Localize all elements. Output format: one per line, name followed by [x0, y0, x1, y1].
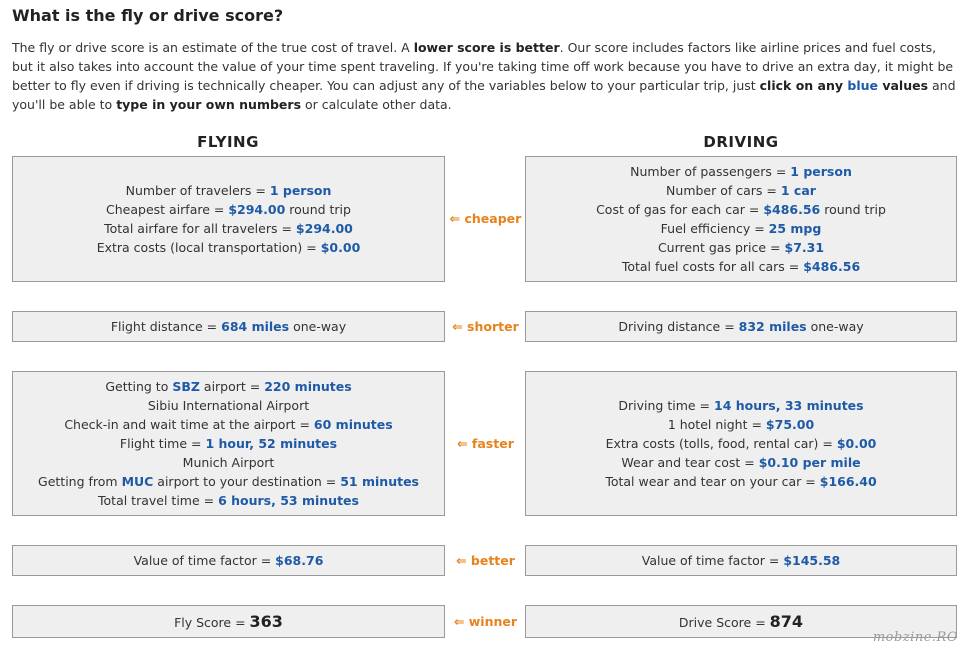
- flight-time-value[interactable]: 1 hour, 52 minutes: [205, 436, 337, 451]
- flight-distance-line: Flight distance = 684 miles one-way: [110, 319, 347, 334]
- driving-distance-box: Driving distance = 832 miles one-way: [525, 311, 957, 342]
- flying-value-box: Value of time factor = $68.76: [12, 545, 445, 576]
- driving-cost-box: Number of passengers = 1 person Number o…: [525, 156, 957, 282]
- wear-tear-cost-value[interactable]: $0.10 per mile: [759, 455, 861, 470]
- hotel-night-line: 1 hotel night = $75.00: [667, 417, 815, 432]
- driving-extra-costs-value[interactable]: $0.00: [837, 436, 877, 451]
- shorter-indicator: ⇐ shorter: [452, 319, 519, 334]
- cars-line: Number of cars = 1 car: [666, 183, 816, 198]
- flying-header: FLYING: [197, 133, 259, 151]
- wear-tear-cost-line: Wear and tear cost = $0.10 per mile: [621, 455, 861, 470]
- checkin-value[interactable]: 60 minutes: [314, 417, 393, 432]
- passengers-line: Number of passengers = 1 person: [630, 164, 852, 179]
- total-fuel-line: Total fuel costs for all cars = $486.56: [621, 259, 861, 274]
- flying-time-factor-line: Value of time factor = $68.76: [133, 553, 324, 568]
- checkin-line: Check-in and wait time at the airport = …: [64, 417, 393, 432]
- getting-to-airport-line: Getting to SBZ airport = 220 minutes: [105, 379, 352, 394]
- extra-costs-value[interactable]: $0.00: [321, 240, 361, 255]
- total-wear-tear-value[interactable]: $166.40: [820, 474, 877, 489]
- fuel-efficiency-value[interactable]: 25 mpg: [769, 221, 822, 236]
- passengers-value[interactable]: 1 person: [790, 164, 852, 179]
- driving-header: DRIVING: [703, 133, 779, 151]
- drive-score-line: Drive Score = 874: [678, 611, 804, 631]
- airfare-value[interactable]: $294.00: [228, 202, 285, 217]
- total-travel-time-value[interactable]: 6 hours, 53 minutes: [218, 493, 359, 508]
- gas-price-line: Current gas price = $7.31: [657, 240, 825, 255]
- fly-score-value: 363: [249, 611, 283, 631]
- hotel-night-value[interactable]: $75.00: [766, 417, 814, 432]
- better-indicator: ⇐ better: [456, 553, 515, 568]
- cars-value[interactable]: 1 car: [781, 183, 816, 198]
- gas-price-value[interactable]: $7.31: [785, 240, 825, 255]
- driving-time-value[interactable]: 14 hours, 33 minutes: [714, 398, 864, 413]
- fuel-efficiency-line: Fuel efficiency = 25 mpg: [660, 221, 822, 236]
- drive-score-value: 874: [769, 611, 804, 631]
- fly-score-line: Fly Score = 363: [174, 611, 283, 631]
- intro-blue-word: blue: [847, 78, 878, 93]
- total-airfare-line: Total airfare for all travelers = $294.0…: [104, 221, 353, 236]
- flight-distance-box: Flight distance = 684 miles one-way: [12, 311, 445, 342]
- intro-text: or calculate other data.: [301, 97, 452, 112]
- intro-paragraph: The fly or drive score is an estimate of…: [12, 38, 956, 114]
- page-title: What is the fly or drive score?: [12, 6, 284, 25]
- destination-airport-name: Munich Airport: [182, 455, 275, 470]
- getting-from-airport-line: Getting from MUC airport to your destina…: [38, 474, 419, 489]
- driving-distance-line: Driving distance = 832 miles one-way: [618, 319, 864, 334]
- travelers-value[interactable]: 1 person: [270, 183, 332, 198]
- watermark: mobzine.RO: [872, 630, 958, 645]
- driving-time-factor-line: Value of time factor = $145.58: [641, 553, 841, 568]
- intro-bold: type in your own numbers: [116, 97, 302, 112]
- fly-score-box: Fly Score = 363: [12, 605, 445, 638]
- destination-airport-code[interactable]: MUC: [122, 474, 154, 489]
- total-wear-tear-line: Total wear and tear on your car = $166.4…: [605, 474, 877, 489]
- total-airfare-value[interactable]: $294.00: [296, 221, 353, 236]
- winner-indicator: ⇐ winner: [453, 614, 518, 629]
- flying-time-box: Getting to SBZ airport = 220 minutes Sib…: [12, 371, 445, 516]
- gas-cost-value[interactable]: $486.56: [763, 202, 820, 217]
- gas-cost-line: Cost of gas for each car = $486.56 round…: [596, 202, 886, 217]
- intro-bold: lower score is better: [413, 40, 560, 55]
- getting-to-airport-value[interactable]: 220 minutes: [264, 379, 351, 394]
- intro-bold: values: [877, 78, 929, 93]
- total-travel-time-line: Total travel time = 6 hours, 53 minutes: [98, 493, 359, 508]
- airfare-line: Cheapest airfare = $294.00 round trip: [106, 202, 351, 217]
- intro-text: The fly or drive score is an estimate of…: [12, 40, 414, 55]
- extra-costs-line: Extra costs (local transportation) = $0.…: [96, 240, 361, 255]
- travelers-line: Number of travelers = 1 person: [125, 183, 332, 198]
- driving-time-box: Driving time = 14 hours, 33 minutes 1 ho…: [525, 371, 957, 516]
- cheaper-indicator: ⇐ cheaper: [449, 211, 522, 226]
- total-fuel-value[interactable]: $486.56: [803, 259, 860, 274]
- faster-indicator: ⇐ faster: [457, 436, 514, 451]
- driving-time-factor-value[interactable]: $145.58: [783, 553, 840, 568]
- flying-cost-box: Number of travelers = 1 person Cheapest …: [12, 156, 445, 282]
- flight-distance-value[interactable]: 684 miles: [221, 319, 289, 334]
- origin-airport-name: Sibiu International Airport: [147, 398, 310, 413]
- origin-airport-code[interactable]: SBZ: [172, 379, 200, 394]
- flight-time-line: Flight time = 1 hour, 52 minutes: [119, 436, 338, 451]
- driving-extra-costs-line: Extra costs (tolls, food, rental car) = …: [605, 436, 877, 451]
- getting-from-airport-value[interactable]: 51 minutes: [340, 474, 419, 489]
- flying-time-factor-value[interactable]: $68.76: [275, 553, 323, 568]
- driving-time-line: Driving time = 14 hours, 33 minutes: [618, 398, 864, 413]
- driving-value-box: Value of time factor = $145.58: [525, 545, 957, 576]
- intro-bold: click on any: [759, 78, 848, 93]
- driving-distance-value[interactable]: 832 miles: [739, 319, 807, 334]
